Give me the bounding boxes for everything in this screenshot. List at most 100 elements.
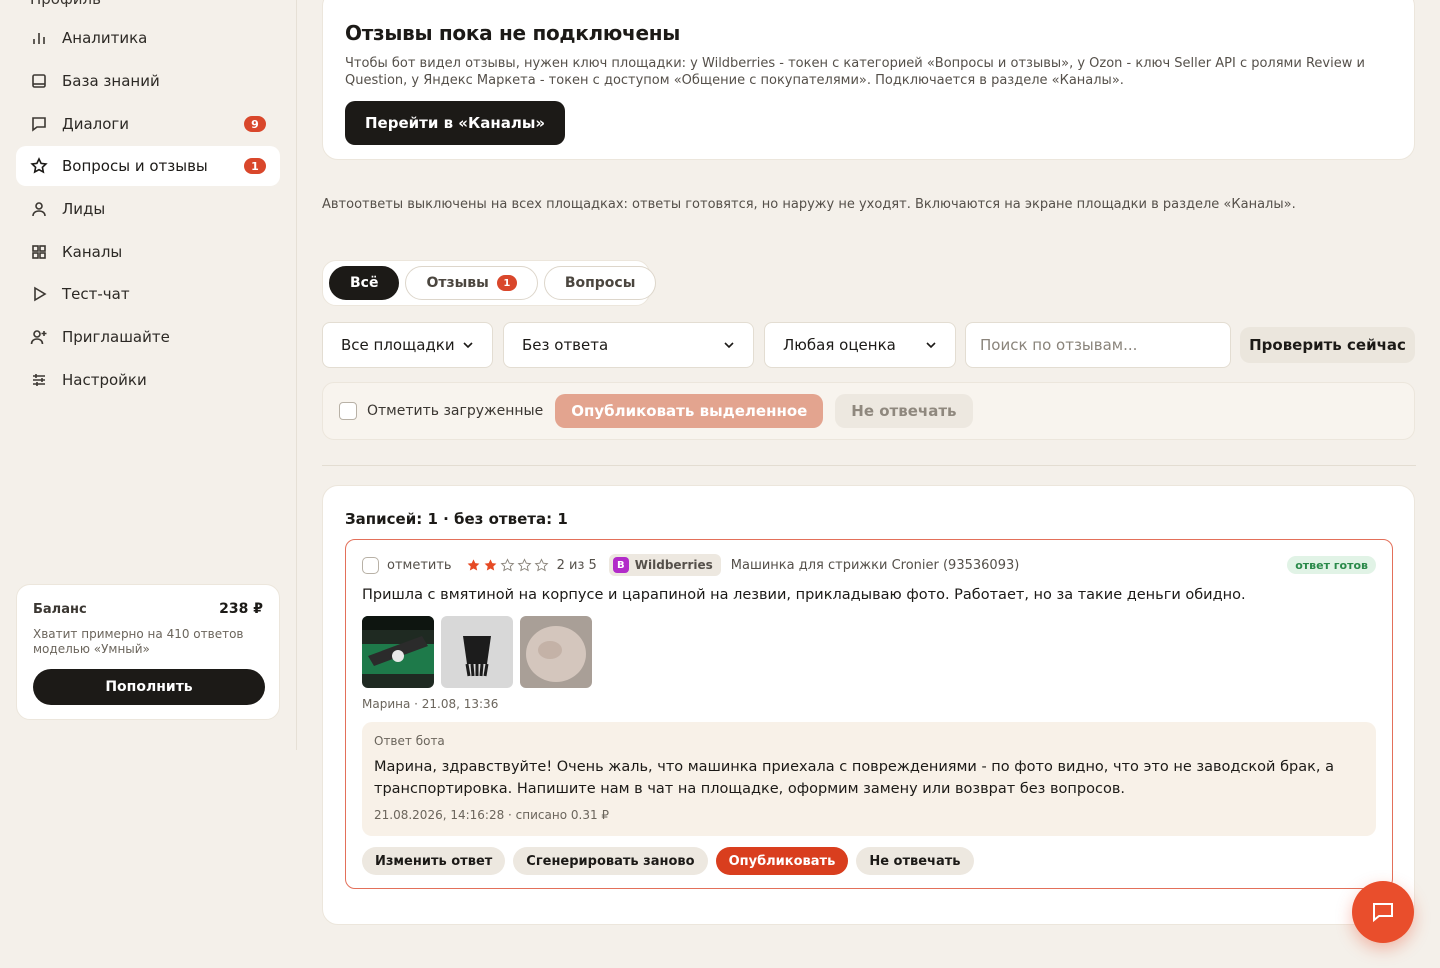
publish-button[interactable]: Опубликовать [715,847,849,875]
review-search-input[interactable] [965,322,1231,368]
star-icon [30,157,48,175]
user-icon [30,200,48,218]
platform-select[interactable]: Все площадки [322,322,493,368]
bulk-skip-button[interactable]: Не отвечать [835,394,973,428]
check-now-button[interactable]: Проверить сейчас [1240,327,1415,363]
balance-amount: 238 ₽ [219,601,263,617]
balance-card: Баланс 238 ₽ Хватит примерно на 410 отве… [16,584,280,720]
notice-title: Отзывы пока не подключены [345,21,681,45]
tab-all[interactable]: Всё [329,266,400,300]
review-header: отметить 2 из 5 B Wildberries Машинка дл… [362,553,1376,577]
review-item: отметить 2 из 5 B Wildberries Машинка дл… [345,539,1393,889]
play-icon [30,285,48,303]
rating-text: 2 из 5 [556,557,597,573]
chevron-down-icon [926,342,936,349]
sliders-icon [30,371,48,389]
tab-label: Всё [350,275,379,291]
reviews-list: Записей: 1 · без ответа: 1 отметить 2 из… [322,485,1415,925]
sidebar-item-leads[interactable]: Лиды [16,189,280,229]
review-photo[interactable] [520,616,592,688]
regenerate-button[interactable]: Сгенерировать заново [513,847,708,875]
sidebar-item-dialogs[interactable]: Диалоги 9 [16,104,280,144]
unread-badge: 1 [244,158,266,174]
balance-title: Баланс [33,601,87,617]
rating-select-value: Любая оценка [783,336,896,354]
review-actions: Изменить ответ Сгенерировать заново Опуб… [362,847,974,875]
bar-chart-icon [30,29,48,47]
mark-loaded-checkbox[interactable] [339,402,357,420]
sidebar-item-channels[interactable]: Каналы [16,232,280,272]
star-filled-icon [467,558,479,570]
sidebar-item-label: Настройки [62,371,147,389]
chat-icon [30,115,48,133]
divider [322,465,1416,466]
grid-icon [30,243,48,261]
user-plus-icon [30,328,48,346]
wildberries-logo-icon: B [612,557,629,573]
platform-select-value: Все площадки [341,336,455,354]
status-select-value: Без ответа [522,336,609,354]
top-up-button[interactable]: Пополнить [33,669,265,705]
skip-button[interactable]: Не отвечать [856,847,974,875]
sidebar-item-label: Тест-чат [62,285,130,303]
edit-reply-button[interactable]: Изменить ответ [362,847,506,875]
chat-bubble-icon [1373,903,1393,923]
status-select[interactable]: Без ответа [503,322,754,368]
star-empty-icon [534,557,549,571]
tab-reviews[interactable]: Отзывы 1 [405,266,538,300]
review-photo[interactable] [362,616,434,688]
balance-description: Хватит примерно на 410 ответов моделью «… [33,627,244,656]
sidebar-item-label: Лиды [62,200,106,218]
tab-label: Отзывы [426,275,489,291]
bot-reply-label: Ответ бота [374,734,445,748]
unread-badge: 9 [244,116,266,132]
rating-select[interactable]: Любая оценка [764,322,956,368]
review-author-meta: Марина · 21.08, 13:36 [362,697,499,711]
sidebar-item-label: Диалоги [62,115,130,133]
bot-reply-text: Марина, здравствуйте! Очень жаль, что ма… [374,759,1334,797]
bot-reply: Ответ бота Марина, здравствуйте! Очень ж… [362,722,1376,836]
sidebar-item-label: База знаний [62,72,160,90]
platform-name: Wildberries [634,558,713,572]
sidebar-item-label: Вопросы и отзывы [62,157,208,175]
review-photo[interactable] [441,616,513,688]
chevron-down-icon [463,342,473,349]
sidebar-item-settings[interactable]: Настройки [16,360,280,400]
tab-questions[interactable]: Вопросы [543,266,657,300]
reviews-not-connected-notice: Отзывы пока не подключены Чтобы бот виде… [322,0,1415,160]
sidebar-item-label: Каналы [62,243,123,261]
review-select-checkbox[interactable] [362,556,379,574]
star-filled-icon [484,558,496,570]
mark-loaded-label: Отметить загруженные [367,403,544,419]
sidebar: Профиль Аналитика База знаний Диалоги 9 … [0,0,297,750]
publish-selected-button[interactable]: Опубликовать выделенное [555,394,824,428]
sidebar-item-label: Приглашайте [62,328,170,346]
chevron-down-icon [724,342,734,349]
mark-label: отметить [387,557,452,573]
sidebar-item-label: Аналитика [62,29,148,47]
product-name: Машинка для стрижки Cronier (93536093) [730,557,1020,573]
rating-stars [466,557,549,573]
tab-label: Вопросы [564,275,636,291]
tab-badge: 1 [496,275,517,291]
support-chat-button[interactable] [1352,881,1414,943]
bot-reply-meta: 21.08.2026, 14:16:28 · списано 0.31 ₽ [374,808,610,822]
records-count: Записей: 1 · без ответа: 1 [345,510,568,528]
notice-text: Чтобы бот видел отзывы, нужен ключ площа… [345,56,1365,88]
sidebar-item-invite[interactable]: Приглашайте [16,317,280,357]
star-empty-icon [517,557,532,571]
autoreply-note: Автоответы выключены на всех площадках: … [322,197,1296,212]
review-text: Пришла с вмятиной на корпусе и царапиной… [362,587,1246,603]
sidebar-item-questions-reviews[interactable]: Вопросы и отзывы 1 [16,146,280,186]
platform-chip: B Wildberries [608,554,721,576]
go-to-channels-button[interactable]: Перейти в «Каналы» [345,101,566,145]
status-badge: ответ готов [1287,556,1376,574]
book-icon [30,72,48,90]
sidebar-item-knowledge-base[interactable]: База знаний [16,61,280,101]
star-empty-icon [500,557,515,571]
sidebar-item-analytics[interactable]: Аналитика [16,18,280,58]
review-photos [362,616,592,688]
sidebar-item-profile[interactable]: Профиль [30,0,101,8]
type-tabs: Всё Отзывы 1 Вопросы [322,260,657,306]
sidebar-item-test-chat[interactable]: Тест-чат [16,274,280,314]
